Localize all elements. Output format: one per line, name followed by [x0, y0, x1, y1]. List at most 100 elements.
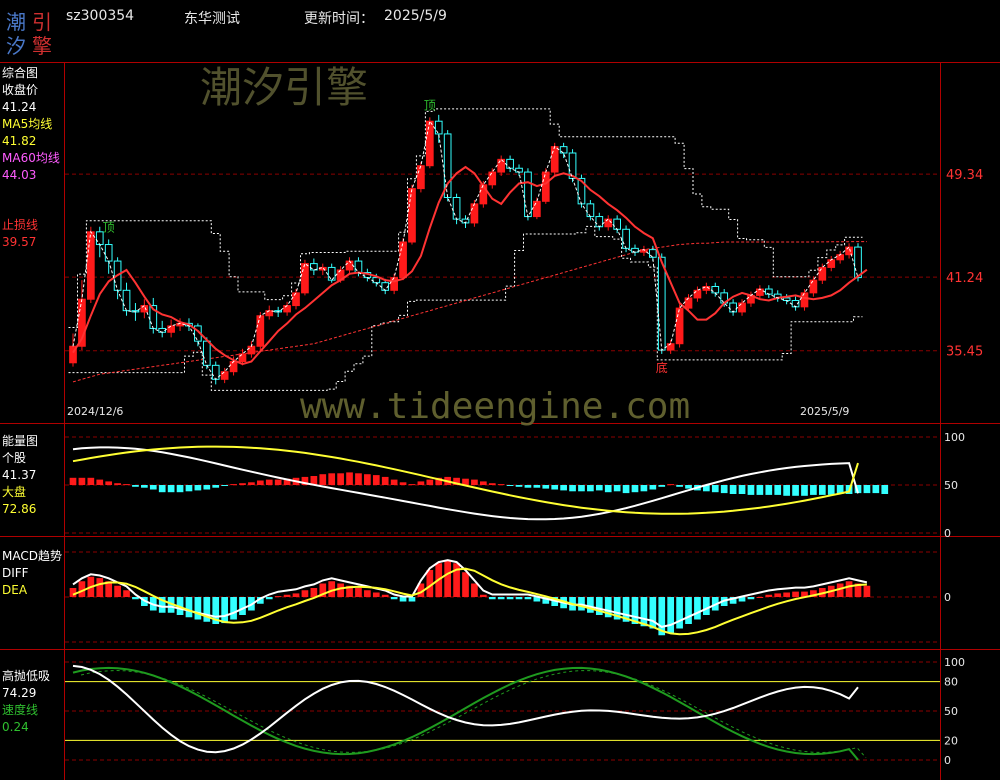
- energy-bar: [105, 481, 113, 485]
- energy-bar: [230, 484, 237, 486]
- macd-bar: [372, 592, 380, 597]
- candle-body: [604, 218, 613, 228]
- macd-bar: [239, 597, 246, 615]
- candle-body: [809, 279, 818, 294]
- macd-bar: [390, 597, 398, 600]
- candle-body: [283, 305, 291, 313]
- energy-bar: [141, 485, 148, 488]
- candle-body: [827, 259, 836, 268]
- highlow-panel: 100 80 50 20 0: [65, 656, 965, 767]
- candle-body: [622, 228, 630, 249]
- macd-bar: [488, 597, 496, 600]
- url-watermark: www.tideengine.com: [300, 386, 690, 427]
- energy-bar: [256, 480, 264, 485]
- ma60-line: [72, 241, 867, 383]
- candle-body: [693, 289, 702, 299]
- macd-bar: [703, 597, 710, 615]
- candle-body: [238, 353, 247, 363]
- candle-body: [559, 146, 568, 154]
- energy-bar: [765, 485, 773, 495]
- energy-bar: [471, 479, 478, 485]
- energy-bar: [265, 479, 273, 485]
- macd-bar: [479, 594, 487, 597]
- macd-bar: [123, 590, 130, 597]
- energy-bar: [640, 485, 648, 492]
- macd-bar: [694, 597, 701, 620]
- ma5-path: [72, 165, 868, 366]
- energy-tick-label: 100: [944, 431, 965, 444]
- energy-bar: [801, 485, 808, 496]
- candle-body: [729, 302, 737, 313]
- energy-bar: [96, 479, 104, 485]
- candle-body: [675, 307, 684, 345]
- macd-bar: [132, 597, 139, 600]
- macd-bar: [774, 593, 782, 597]
- candle-body: [550, 146, 559, 173]
- macd-bar: [497, 597, 505, 600]
- macd-bar: [292, 593, 300, 597]
- energy-bar: [488, 483, 496, 485]
- energy-bar: [167, 485, 175, 493]
- candle-body: [595, 216, 604, 228]
- energy-bar: [792, 485, 799, 496]
- candlesticks: [69, 114, 862, 385]
- macd-bar: [676, 597, 683, 629]
- energy-bar: [551, 485, 559, 490]
- macd-bar: [114, 585, 121, 597]
- energy-bar: [533, 485, 541, 488]
- candle-body: [202, 340, 211, 366]
- energy-bar: [69, 477, 77, 485]
- candle-body: [256, 315, 265, 347]
- energy-bar: [506, 485, 514, 486]
- top-marker: 顶: [424, 98, 436, 112]
- ma5-line: [72, 119, 868, 381]
- macd-bar: [96, 578, 104, 597]
- energy-bar: [346, 472, 353, 485]
- energy-bar: [185, 485, 193, 492]
- energy-bar: [604, 485, 612, 493]
- energy-bar: [658, 485, 666, 487]
- candle-body: [327, 266, 336, 281]
- energy-bar: [399, 482, 407, 485]
- price-tick-label: 41.24: [946, 271, 983, 286]
- macd-bar: [462, 572, 469, 597]
- candle-body: [140, 305, 149, 313]
- energy-bar: [78, 477, 86, 485]
- macd-bar: [364, 590, 371, 597]
- candle-body: [470, 203, 479, 224]
- energy-bar: [319, 474, 327, 485]
- candle-body: [104, 244, 113, 262]
- macd-panel: 0: [65, 551, 951, 643]
- energy-bar: [381, 476, 389, 485]
- energy-bar: [274, 479, 282, 485]
- energy-bar: [239, 483, 246, 485]
- speed-dashed-line: [80, 669, 867, 759]
- macd-bar: [783, 592, 790, 597]
- energy-bar: [515, 485, 523, 487]
- candle-body: [586, 203, 595, 218]
- energy-bar: [560, 485, 567, 491]
- macd-bar: [230, 597, 237, 620]
- energy-bar: [123, 484, 130, 486]
- candle-body: [533, 200, 541, 218]
- candle-body: [292, 292, 300, 307]
- candle-body: [220, 371, 229, 380]
- candle-body: [417, 165, 425, 190]
- energy-bar: [524, 485, 532, 488]
- energy-bar: [87, 477, 95, 485]
- macd-bar: [274, 596, 282, 598]
- macd-bar: [355, 588, 362, 597]
- macd-bar: [399, 597, 407, 602]
- macd-bar: [863, 585, 871, 597]
- date-start-label: 2024/12/6: [67, 405, 123, 418]
- candle-body: [666, 343, 675, 351]
- energy-bar: [497, 484, 505, 486]
- highlow-tick-label: 80: [944, 676, 958, 689]
- candle-body: [167, 325, 175, 333]
- energy-bar: [872, 485, 880, 494]
- candle-body: [818, 266, 827, 281]
- candle-body: [408, 188, 416, 243]
- macd-bar: [756, 597, 764, 598]
- energy-bar: [248, 482, 255, 485]
- candle-body: [345, 260, 354, 271]
